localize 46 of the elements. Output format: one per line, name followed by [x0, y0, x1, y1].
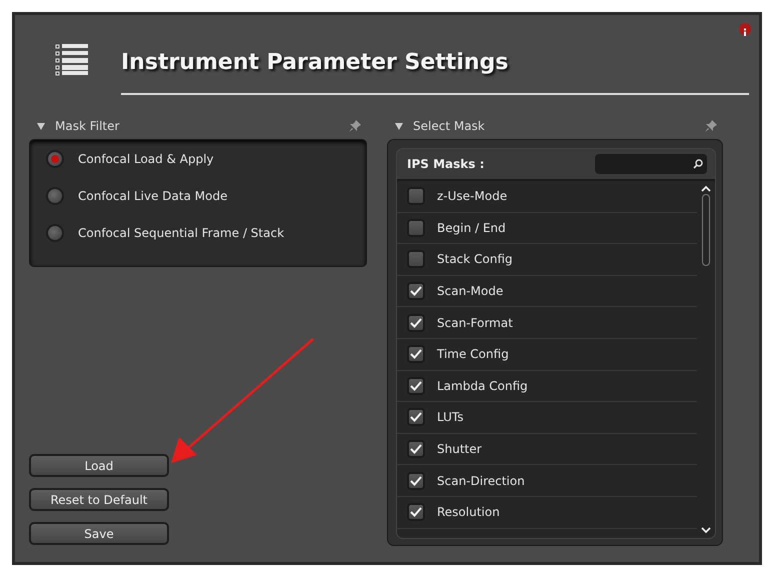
pin-icon[interactable]: [349, 120, 361, 132]
checkbox[interactable]: [407, 408, 425, 426]
mask-label: Stack Config: [437, 252, 513, 266]
mask-label: Scan-Format: [437, 316, 513, 330]
pin-icon[interactable]: [705, 120, 717, 132]
checkbox[interactable]: [407, 472, 425, 490]
checkbox[interactable]: [407, 376, 425, 395]
radio-label: Confocal Load & Apply: [78, 152, 214, 166]
list-title: IPS Masks :: [407, 157, 486, 171]
info-icon[interactable]: [739, 23, 751, 35]
radio-label: Confocal Live Data Mode: [78, 188, 228, 202]
checkbox[interactable]: [407, 503, 425, 522]
checkbox[interactable]: [407, 250, 425, 268]
checkbox[interactable]: [407, 345, 425, 364]
checkbox[interactable]: [407, 440, 425, 458]
action-button[interactable]: Reset to Default: [29, 488, 169, 511]
window-title: Instrument Parameter Settings: [121, 48, 508, 74]
radio-button[interactable]: [46, 224, 64, 242]
search-icon: [693, 159, 703, 169]
checkbox[interactable]: [407, 282, 425, 300]
section-title: Select Mask: [413, 119, 485, 133]
collapse-triangle-icon[interactable]: [37, 122, 45, 130]
mask-label: Lambda Config: [437, 378, 528, 393]
scroll-down-icon[interactable]: [701, 527, 711, 534]
radio-button[interactable]: [46, 150, 64, 168]
checkbox[interactable]: [407, 314, 425, 332]
list-settings-icon: [55, 42, 89, 76]
mask-label: Resolution: [437, 505, 500, 520]
radio-label: Confocal Sequential Frame / Stack: [78, 226, 284, 240]
mask-label: LUTs: [437, 410, 464, 424]
collapse-triangle-icon[interactable]: [395, 122, 403, 130]
search-field[interactable]: [595, 154, 707, 174]
scrollbar-thumb[interactable]: [702, 194, 710, 266]
mask-label: Scan-Mode: [437, 284, 504, 298]
radio-button[interactable]: [46, 186, 64, 204]
checkbox[interactable]: [407, 187, 425, 206]
action-button[interactable]: Save: [29, 522, 169, 545]
scroll-up-icon[interactable]: [701, 185, 711, 192]
mask-label: Begin / End: [437, 220, 506, 235]
mask-label: z-Use-Mode: [437, 189, 508, 204]
mask-label: Shutter: [437, 442, 482, 456]
mask-label: Scan-Direction: [437, 474, 525, 488]
mask-label: Time Config: [437, 347, 509, 362]
checkbox[interactable]: [407, 218, 425, 237]
section-title: Mask Filter: [55, 119, 120, 133]
action-button[interactable]: Load: [29, 454, 169, 477]
